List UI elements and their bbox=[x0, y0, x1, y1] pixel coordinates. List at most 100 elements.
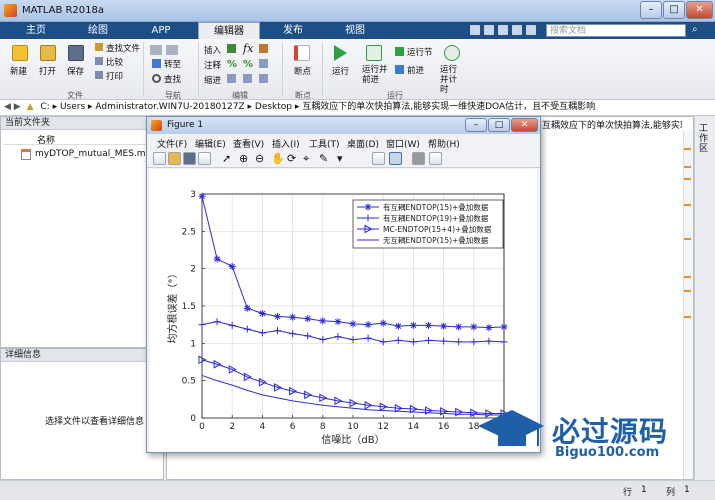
tab-view[interactable]: 视图 bbox=[326, 22, 384, 39]
print-figure-icon[interactable] bbox=[198, 152, 211, 165]
run-time-button[interactable]: 运行并计时 bbox=[440, 65, 464, 95]
find-button[interactable]: 查找 bbox=[164, 73, 181, 85]
new-button[interactable]: 新建 bbox=[10, 65, 27, 77]
show-plot-tools-icon[interactable] bbox=[429, 152, 442, 165]
rotate-icon[interactable]: ⟳ bbox=[287, 152, 296, 165]
maximize-button[interactable]: □ bbox=[663, 1, 685, 19]
quick-access-toolbar[interactable] bbox=[470, 25, 540, 36]
workspace-label[interactable]: 工作区 bbox=[699, 124, 711, 154]
insert-icon[interactable] bbox=[227, 44, 236, 53]
menu-help[interactable]: 帮助(H) bbox=[428, 137, 460, 150]
tab-apps[interactable]: APP bbox=[132, 22, 190, 39]
editor-tab[interactable]: 互耦效应下的单次快拍算法,能够实现一维快速DOA估计，... bbox=[542, 118, 682, 130]
tab-publish[interactable]: 发布 bbox=[264, 22, 322, 39]
new-figure-icon[interactable] bbox=[153, 152, 166, 165]
menu-desktop[interactable]: 桌面(D) bbox=[347, 137, 379, 150]
save-button[interactable]: 保存 bbox=[67, 65, 84, 77]
navigate-icon[interactable] bbox=[166, 45, 178, 55]
figure-title-bar[interactable]: Figure 1 – □ ✕ bbox=[147, 117, 540, 134]
find-files-button[interactable]: 查找文件 bbox=[106, 42, 140, 54]
run-icon[interactable] bbox=[334, 45, 347, 61]
run-advance-icon[interactable] bbox=[366, 45, 382, 61]
name-column-header[interactable]: 名称 bbox=[3, 133, 161, 146]
path-segment[interactable]: Desktop bbox=[255, 102, 292, 112]
cut-icon[interactable] bbox=[484, 25, 494, 35]
save-icon[interactable] bbox=[470, 25, 480, 35]
indent-more-icon[interactable] bbox=[243, 74, 252, 83]
uncomment-icon[interactable]: % bbox=[243, 59, 253, 70]
indent-button[interactable]: 缩进 bbox=[204, 74, 221, 86]
address-bar[interactable]: ◀ ▶ ▲ C: ▸ Users ▸ Administrator.WIN7U-2… bbox=[0, 100, 715, 116]
menu-insert[interactable]: 插入(I) bbox=[272, 137, 300, 150]
figure-minimize-button[interactable]: – bbox=[465, 118, 487, 132]
advance-icon[interactable] bbox=[395, 65, 404, 74]
compare-icon[interactable] bbox=[95, 57, 103, 65]
undo-icon[interactable] bbox=[512, 25, 522, 35]
run-time-icon[interactable] bbox=[444, 45, 460, 61]
compare-button[interactable]: 比较 bbox=[106, 56, 123, 68]
run-section-icon[interactable] bbox=[395, 47, 404, 56]
back-icon[interactable]: ◀ bbox=[4, 102, 11, 112]
legend-icon[interactable] bbox=[389, 152, 402, 165]
advance-button[interactable]: 前进 bbox=[407, 64, 424, 76]
open-button[interactable]: 打开 bbox=[39, 65, 56, 77]
smart-indent-icon[interactable] bbox=[227, 74, 236, 83]
breakpoints-button[interactable]: 断点 bbox=[294, 65, 311, 77]
save-figure-icon[interactable] bbox=[183, 152, 196, 165]
data-cursor-icon[interactable]: ⌖ bbox=[303, 152, 309, 166]
run-advance-button[interactable]: 运行并前进 bbox=[362, 65, 388, 85]
find-icon[interactable] bbox=[152, 74, 161, 83]
figure-close-button[interactable]: ✕ bbox=[511, 118, 538, 132]
insert-button[interactable]: 插入 bbox=[204, 44, 221, 56]
colorbar-icon[interactable] bbox=[372, 152, 385, 165]
help-icon[interactable] bbox=[526, 25, 536, 35]
goto-icon[interactable] bbox=[152, 59, 161, 68]
run-section-button[interactable]: 运行节 bbox=[407, 46, 433, 58]
menu-file[interactable]: 文件(F) bbox=[157, 137, 187, 150]
brush-icon[interactable]: ✎ bbox=[319, 152, 328, 165]
indent-less-icon[interactable] bbox=[259, 74, 268, 83]
minimize-button[interactable]: – bbox=[640, 1, 662, 19]
comment-button[interactable]: 注释 bbox=[204, 59, 221, 71]
path-segment[interactable]: Administrator.WIN7U-20180127Z bbox=[95, 102, 244, 112]
file-item[interactable]: myDTOP_mutual_MES.m bbox=[35, 149, 146, 159]
function-icon[interactable]: fx bbox=[243, 42, 253, 55]
wrap-icon[interactable] bbox=[259, 59, 268, 68]
breakpoints-icon[interactable] bbox=[294, 45, 310, 61]
zoom-in-icon[interactable]: ⊕ bbox=[239, 152, 248, 165]
menu-view[interactable]: 查看(V) bbox=[233, 137, 264, 150]
search-input[interactable]: 搜索文档 bbox=[546, 24, 686, 37]
search-icon[interactable]: ⌕ bbox=[692, 24, 706, 37]
up-folder-icon[interactable]: ▲ bbox=[27, 102, 34, 112]
figure-maximize-button[interactable]: □ bbox=[488, 118, 510, 132]
open-file-icon[interactable] bbox=[168, 152, 181, 165]
find-files-icon[interactable] bbox=[95, 43, 103, 51]
link-plot-icon[interactable]: ▾ bbox=[337, 152, 343, 165]
open-folder-icon[interactable] bbox=[40, 45, 56, 61]
insert-section-icon[interactable] bbox=[259, 44, 268, 53]
save-disk-icon[interactable] bbox=[68, 45, 84, 61]
zoom-out-icon[interactable]: ⊖ bbox=[255, 152, 264, 165]
hide-plot-tools-icon[interactable] bbox=[412, 152, 425, 165]
comment-percent-icon[interactable]: % bbox=[227, 59, 237, 70]
new-icon[interactable] bbox=[12, 45, 28, 61]
menu-window[interactable]: 窗口(W) bbox=[386, 137, 420, 150]
pan-icon[interactable]: ✋ bbox=[271, 152, 285, 165]
path-segment[interactable]: 互耦效应下的单次快拍算法,能够实现一维快速DOA估计，且不受互耦影响 bbox=[302, 102, 595, 112]
tab-home[interactable]: 主页 bbox=[10, 22, 62, 39]
path-segment[interactable]: Users bbox=[60, 102, 85, 112]
print-button[interactable]: 打印 bbox=[106, 70, 123, 82]
forward-icon[interactable]: ▶ bbox=[14, 102, 21, 112]
path-segment[interactable]: C: bbox=[40, 102, 49, 112]
tab-plots[interactable]: 绘图 bbox=[68, 22, 128, 39]
copy-icon[interactable] bbox=[498, 25, 508, 35]
navigate-icon[interactable] bbox=[150, 45, 162, 55]
print-icon[interactable] bbox=[95, 71, 103, 79]
goto-button[interactable]: 转至 bbox=[164, 58, 181, 70]
menu-edit[interactable]: 编辑(E) bbox=[195, 137, 226, 150]
run-button[interactable]: 运行 bbox=[332, 65, 349, 77]
workspace-strip[interactable]: 工作区 bbox=[694, 116, 715, 480]
pointer-icon[interactable]: ➚ bbox=[222, 152, 231, 165]
menu-tools[interactable]: 工具(T) bbox=[309, 137, 340, 150]
tab-editor[interactable]: 编辑器 bbox=[198, 22, 260, 39]
